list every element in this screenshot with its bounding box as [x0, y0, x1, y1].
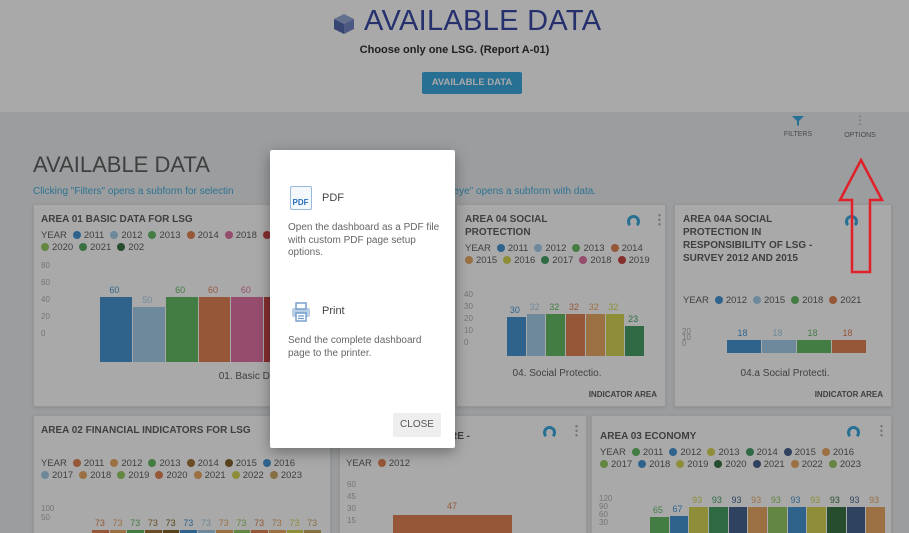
pdf-icon: PDF	[290, 186, 312, 210]
printer-icon	[290, 301, 312, 323]
print-description: Send the complete dashboard page to the …	[288, 335, 422, 359]
export-pdf-option[interactable]: PDF PDF Open the dashboard as a PDF file…	[270, 180, 455, 270]
export-popup: PDF PDF Open the dashboard as a PDF file…	[270, 150, 455, 448]
pdf-title: PDF	[322, 192, 344, 204]
red-arrow-annotation	[838, 158, 884, 274]
pdf-description: Open the dashboard as a PDF file with cu…	[288, 222, 440, 258]
close-button[interactable]: CLOSE	[393, 413, 441, 437]
print-title: Print	[322, 305, 345, 317]
export-print-option[interactable]: Print Send the complete dashboard page t…	[270, 295, 455, 385]
